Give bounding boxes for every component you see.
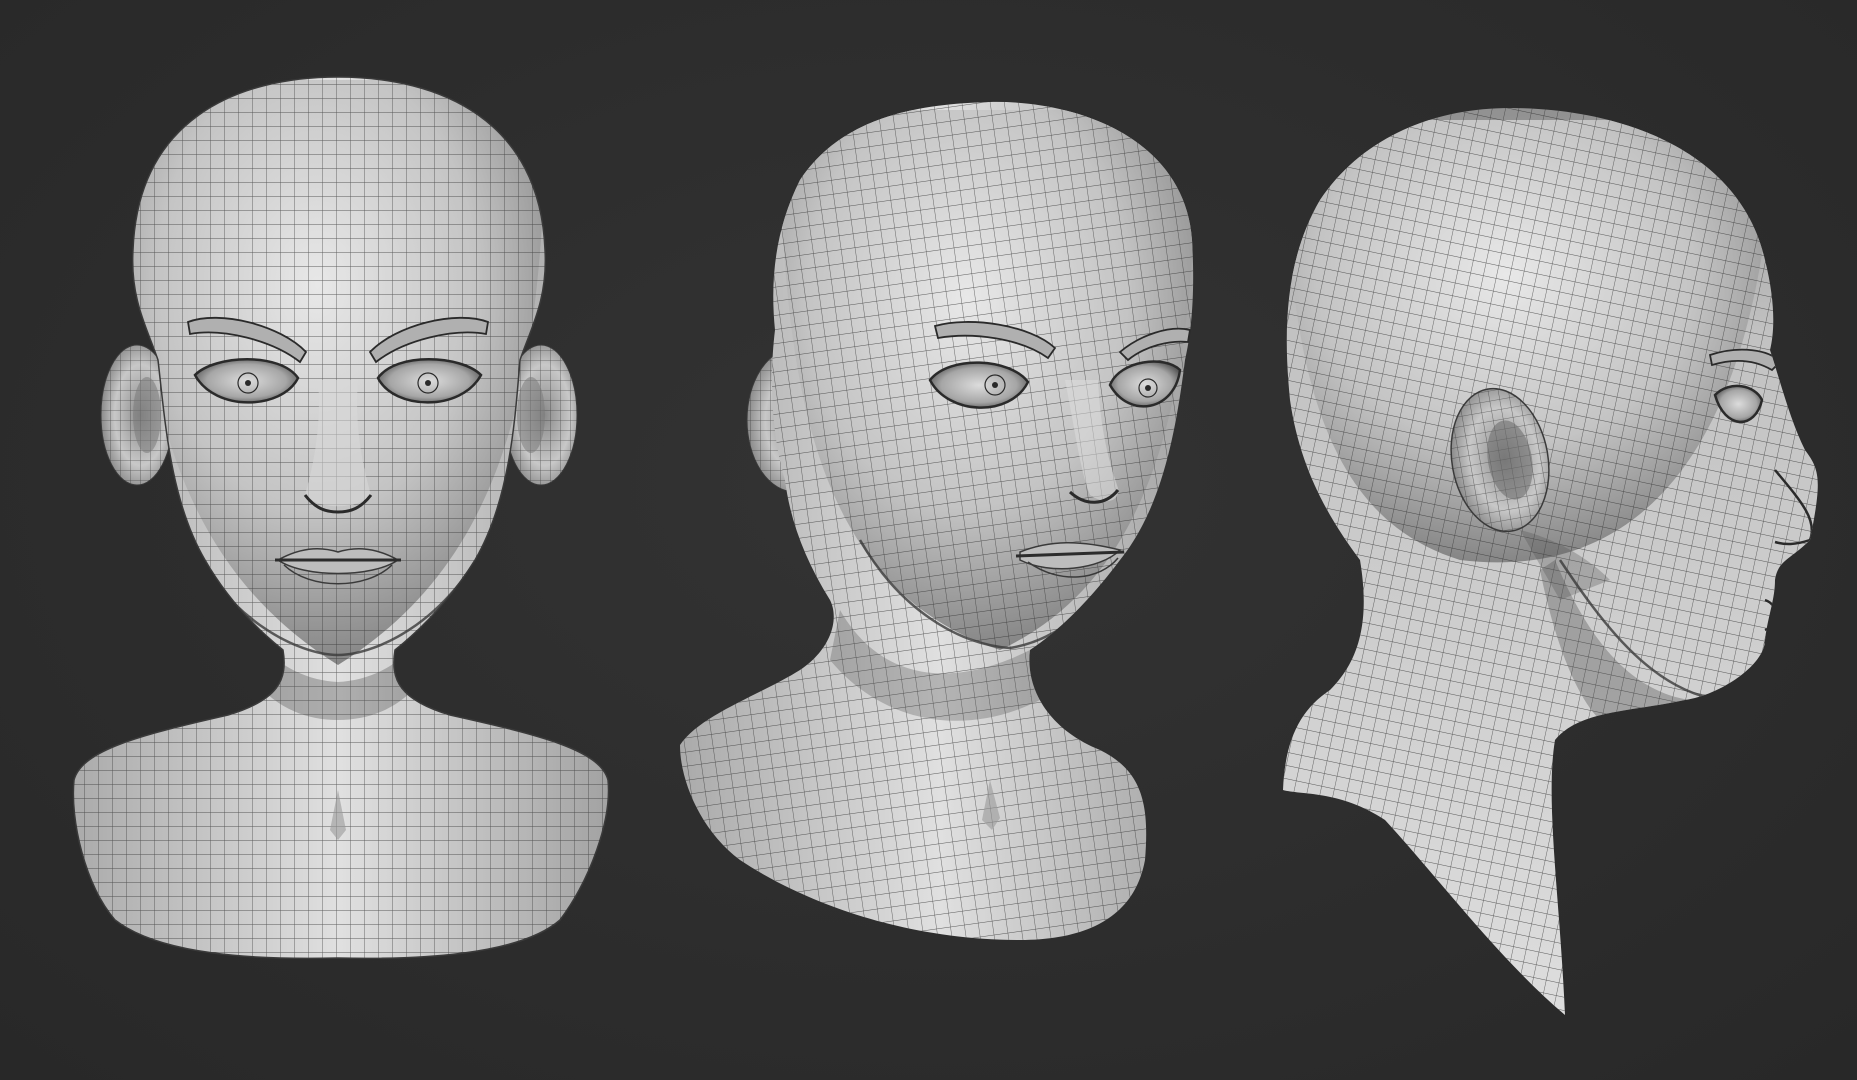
head-three-quarter-view [680, 101, 1194, 940]
wireframe-heads-render [72, 76, 1818, 1015]
head-front-view [72, 76, 610, 960]
viewport [0, 0, 1857, 1080]
head-side-view [1283, 108, 1818, 1015]
